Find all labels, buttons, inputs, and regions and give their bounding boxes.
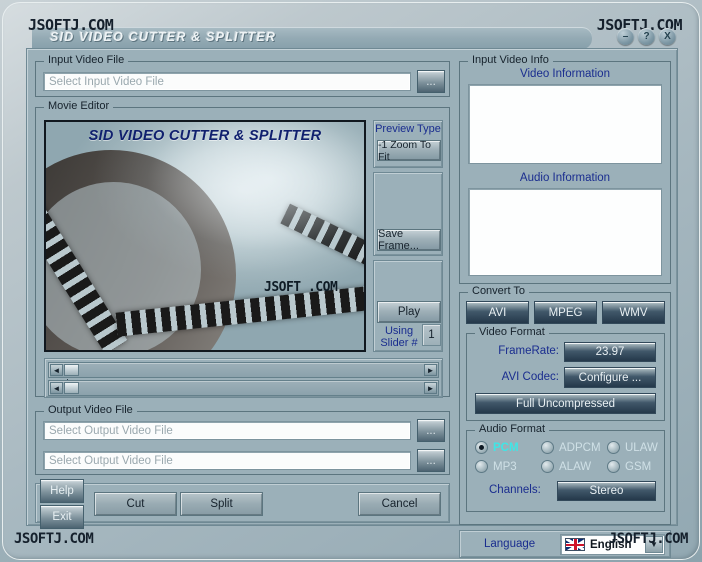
preview-overlay-title: SID VIDEO CUTTER & SPLITTER — [88, 128, 322, 144]
framerate-value-button[interactable]: 23.97 — [564, 342, 656, 362]
input-video-file-group: Input Video File Select Input Video File… — [35, 54, 450, 97]
framerate-label: FrameRate: — [498, 345, 559, 357]
radio-ulaw-icon[interactable] — [607, 441, 620, 454]
cut-button[interactable]: Cut — [94, 492, 177, 516]
input-video-file-input[interactable]: Select Input Video File — [43, 72, 411, 91]
video-information-label: Video Information — [520, 68, 610, 80]
output-video-file-group: Output Video File Select Output Video Fi… — [35, 404, 450, 475]
radio-alaw-icon[interactable] — [541, 460, 554, 473]
title-bar: JSOFTJ.COM JSOFTJ.COM SID VIDEO CUTTER &… — [10, 8, 690, 49]
preview-type-panel: Preview Type -1 Zoom To Fit — [373, 120, 443, 168]
audio-information-label: Audio Information — [519, 172, 611, 184]
audio-format-group-label: Audio Format — [475, 423, 550, 435]
radio-gsm-icon[interactable] — [607, 460, 620, 473]
channels-label: Channels: — [489, 484, 541, 496]
audio-information-box — [468, 188, 662, 276]
using-slider-label: Using Slider # — [380, 325, 418, 349]
audio-option-alaw-label: ALAW — [559, 460, 592, 473]
preview-type-label: Preview Type — [375, 123, 441, 135]
uk-flag-icon — [565, 538, 585, 551]
help-icon[interactable]: ? — [638, 28, 655, 45]
slider-end-left-arrow-icon[interactable]: ◄ — [50, 382, 63, 394]
save-frame-button[interactable]: Save Frame... — [377, 228, 441, 252]
audio-option-ulaw-label: ULAW — [625, 441, 658, 454]
movie-editor-group: Movie Editor SID VIDEO CUTTER & SPLITTER… — [35, 100, 450, 398]
audio-option-pcm[interactable]: PCM — [475, 441, 519, 454]
input-video-info-group-label: Input Video Info — [468, 54, 553, 66]
avi-codec-label: AVI Codec: — [501, 371, 559, 383]
convert-to-group-label: Convert To — [468, 285, 529, 297]
slider-end-scrollbar[interactable]: ◄ ► — [48, 380, 439, 396]
slider-start-left-arrow-icon[interactable]: ◄ — [50, 364, 63, 376]
video-format-group-label: Video Format — [475, 326, 549, 338]
exit-button[interactable]: Exit — [40, 505, 84, 529]
slider-start-scrollbar[interactable]: ◄ ► — [48, 362, 439, 378]
radio-adpcm-icon[interactable] — [541, 441, 554, 454]
audio-option-mp3[interactable]: MP3 — [475, 460, 517, 473]
audio-option-pcm-label: PCM — [493, 441, 519, 454]
movie-editor-group-label: Movie Editor — [44, 100, 114, 112]
radio-pcm-icon[interactable] — [475, 441, 488, 454]
preview-watermark: JSOFT .COM — [264, 280, 338, 295]
using-slider-value: 1 — [422, 324, 441, 346]
slider-start-thumb[interactable] — [64, 364, 79, 376]
audio-option-mp3-label: MP3 — [493, 460, 517, 473]
play-button[interactable]: Play — [377, 301, 441, 323]
radio-mp3-icon[interactable] — [475, 460, 488, 473]
preview-type-button[interactable]: -1 Zoom To Fit — [377, 139, 441, 163]
video-preview-canvas[interactable]: SID VIDEO CUTTER & SPLITTER JSOFT .COM — [44, 120, 366, 352]
audio-format-group: Audio Format PCM ADPCM ULAW MP3 ALAW GSM… — [466, 423, 665, 512]
brand-logo-bottom-left: JSOFTJ.COM — [14, 531, 94, 547]
slider-end-right-arrow-icon[interactable]: ► — [424, 382, 437, 394]
audio-option-adpcm-label: ADPCM — [559, 441, 601, 454]
audio-option-adpcm[interactable]: ADPCM — [541, 441, 601, 454]
audio-option-alaw[interactable]: ALAW — [541, 460, 591, 473]
page-title: SID VIDEO CUTTER & SPLITTER — [50, 30, 277, 44]
close-icon[interactable]: X — [659, 28, 676, 45]
convert-tab-avi[interactable]: AVI — [466, 301, 529, 324]
slider-start-right-arrow-icon[interactable]: ► — [424, 364, 437, 376]
convert-to-group: Convert To AVI MPEG WMV Video Format Fra… — [459, 285, 671, 525]
output-video-file-input-2[interactable]: Select Output Video File — [43, 451, 411, 470]
cancel-button[interactable]: Cancel — [358, 492, 441, 516]
split-button[interactable]: Split — [180, 492, 263, 516]
convert-tab-mpeg[interactable]: MPEG — [534, 301, 597, 324]
slider-end-thumb[interactable] — [64, 382, 79, 394]
channels-value-button[interactable]: Stereo — [557, 481, 656, 501]
audio-option-gsm-label: GSM — [625, 460, 652, 473]
output-video-file-group-label: Output Video File — [44, 404, 137, 416]
input-video-file-group-label: Input Video File — [44, 54, 129, 66]
minimize-icon[interactable]: – — [617, 28, 634, 45]
playback-panel: Play Using Slider # 1 — [373, 260, 443, 352]
output-video-file-browse-button-2[interactable]: ... — [417, 449, 445, 472]
action-bar: Help Exit Cut Split Cancel — [35, 479, 450, 529]
audio-option-ulaw[interactable]: ULAW — [607, 441, 658, 454]
compression-mode-button[interactable]: Full Uncompressed — [475, 393, 656, 414]
output-video-file-input-1[interactable]: Select Output Video File — [43, 421, 411, 440]
configure-codec-button[interactable]: Configure ... — [564, 367, 656, 388]
input-video-file-browse-button[interactable]: ... — [417, 70, 445, 93]
slider-panel: ◄ ► ◄ ► — [44, 358, 443, 398]
output-video-file-browse-button-1[interactable]: ... — [417, 419, 445, 442]
application-window: JSOFTJ.COM JSOFTJ.COM SID VIDEO CUTTER &… — [0, 0, 702, 562]
video-format-group: Video Format FrameRate: 23.97 AVI Codec:… — [466, 326, 665, 421]
save-frame-panel: Save Frame... — [373, 172, 443, 256]
help-button[interactable]: Help — [40, 479, 84, 503]
brand-logo-bottom-right: JSOFTJ.COM — [608, 531, 689, 547]
language-label: Language — [484, 538, 536, 550]
convert-tab-wmv[interactable]: WMV — [602, 301, 665, 324]
video-information-box — [468, 84, 662, 164]
audio-option-gsm[interactable]: GSM — [607, 460, 651, 473]
client-area: Input Video File Select Input Video File… — [26, 48, 678, 558]
input-video-info-group: Input Video Info Video Information Audio… — [459, 54, 671, 284]
